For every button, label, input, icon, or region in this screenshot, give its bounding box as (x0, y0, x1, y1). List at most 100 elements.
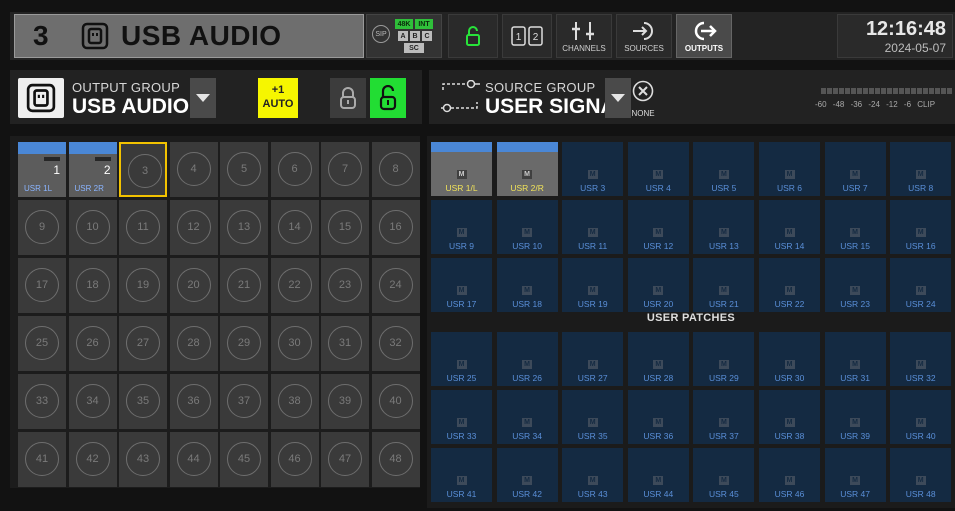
outputs-button[interactable]: OUTPUTS (676, 14, 732, 58)
source-cell[interactable]: M USR 19 (562, 258, 624, 312)
output-cell[interactable]: 22 (270, 258, 319, 313)
source-cell[interactable]: M USR 12 (627, 200, 689, 254)
output-cell[interactable]: 8 (371, 142, 420, 197)
output-cell[interactable]: 12 (169, 200, 218, 255)
output-cell[interactable]: 26 (68, 316, 117, 371)
output-cell[interactable]: 7 (321, 142, 369, 197)
output-cell[interactable]: 15 (321, 200, 369, 255)
output-cell[interactable]: 41 (18, 432, 66, 487)
source-cell[interactable]: M USR 45 (693, 448, 755, 502)
source-cell[interactable]: M USR 6 (759, 142, 820, 196)
output-cell[interactable]: 30 (270, 316, 319, 371)
source-cell[interactable]: M USR 48 (890, 448, 952, 502)
output-cell[interactable]: 13 (220, 200, 268, 255)
output-cell[interactable]: 16 (371, 200, 420, 255)
source-cell[interactable]: M USR 7 (824, 142, 886, 196)
output-cell[interactable]: 44 (169, 432, 218, 487)
source-cell[interactable]: M USR 18 (496, 258, 558, 312)
source-cell[interactable]: M USR 25 (431, 332, 492, 386)
output-cell[interactable]: 21 (220, 258, 268, 313)
source-cell[interactable]: M USR 16 (890, 200, 952, 254)
source-cell[interactable]: M USR 13 (693, 200, 755, 254)
source-cell[interactable]: M USR 15 (824, 200, 886, 254)
output-group-value[interactable]: USB AUDIO (72, 95, 189, 119)
output-cell[interactable]: 6 (270, 142, 319, 197)
output-cell[interactable]: 32 (371, 316, 420, 371)
output-cell[interactable]: 29 (220, 316, 268, 371)
output-cell[interactable]: 42 (68, 432, 117, 487)
output-cell[interactable]: 37 (220, 374, 268, 429)
source-cell[interactable]: M USR 11 (562, 200, 624, 254)
output-cell[interactable]: 4 (169, 142, 218, 197)
none-button[interactable]: NONE (625, 80, 661, 118)
output-cell[interactable]: 19 (119, 258, 167, 313)
source-cell[interactable]: M USR 9 (431, 200, 492, 254)
lock-button[interactable] (330, 78, 366, 118)
unlock-button[interactable] (370, 78, 406, 118)
source-cell[interactable]: M USR 28 (627, 332, 689, 386)
source-cell[interactable]: M USR 14 (759, 200, 820, 254)
output-cell[interactable]: 20 (169, 258, 218, 313)
output-cell[interactable]: 43 (119, 432, 167, 487)
output-cell[interactable]: 38 (270, 374, 319, 429)
output-cell[interactable]: 14 (270, 200, 319, 255)
source-cell[interactable]: M USR 43 (562, 448, 624, 502)
auto-increment-button[interactable]: +1 AUTO (258, 78, 298, 118)
source-cell[interactable]: M USR 23 (824, 258, 886, 312)
source-cell[interactable]: M USR 17 (431, 258, 492, 312)
output-cell[interactable]: 3 (119, 142, 167, 197)
channels-button[interactable]: CHANNELS (556, 14, 612, 58)
output-cell[interactable]: 47 (321, 432, 369, 487)
source-cell[interactable]: M USR 47 (824, 448, 886, 502)
channel-title-box[interactable]: 3 USB AUDIO (14, 14, 364, 58)
output-cell[interactable]: 9 (18, 200, 66, 255)
output-cell[interactable]: 1 USR 1L (18, 142, 66, 197)
source-cell[interactable]: M USR 37 (693, 390, 755, 444)
source-cell[interactable]: M USR 2/R (496, 142, 558, 196)
output-cell[interactable]: 28 (169, 316, 218, 371)
source-cell[interactable]: M USR 3 (562, 142, 624, 196)
source-cell[interactable]: M USR 33 (431, 390, 492, 444)
source-cell[interactable]: M USR 36 (627, 390, 689, 444)
source-cell[interactable]: M USR 46 (759, 448, 820, 502)
output-cell[interactable]: 36 (169, 374, 218, 429)
source-cell[interactable]: M USR 1/L (431, 142, 492, 196)
source-cell[interactable]: M USR 42 (496, 448, 558, 502)
source-cell[interactable]: M USR 5 (693, 142, 755, 196)
output-cell[interactable]: 39 (321, 374, 369, 429)
source-cell[interactable]: M USR 10 (496, 200, 558, 254)
source-cell[interactable]: M USR 34 (496, 390, 558, 444)
source-cell[interactable]: M USR 35 (562, 390, 624, 444)
output-group-dropdown[interactable] (190, 78, 216, 118)
output-cell[interactable]: 17 (18, 258, 66, 313)
output-cell[interactable]: 18 (68, 258, 117, 313)
output-cell[interactable]: 40 (371, 374, 420, 429)
output-cell[interactable]: 34 (68, 374, 117, 429)
source-cell[interactable]: M USR 29 (693, 332, 755, 386)
source-cell[interactable]: M USR 41 (431, 448, 492, 502)
output-cell[interactable]: 33 (18, 374, 66, 429)
source-cell[interactable]: M USR 38 (759, 390, 820, 444)
source-cell[interactable]: M USR 8 (890, 142, 952, 196)
source-cell[interactable]: M USR 20 (627, 258, 689, 312)
output-cell[interactable]: 27 (119, 316, 167, 371)
output-cell[interactable]: 48 (371, 432, 420, 487)
source-cell[interactable]: M USR 26 (496, 332, 558, 386)
source-cell[interactable]: M USR 44 (627, 448, 689, 502)
output-cell[interactable]: 45 (220, 432, 268, 487)
layout-button[interactable]: 1 2 (502, 14, 552, 58)
output-cell[interactable]: 24 (371, 258, 420, 313)
source-cell[interactable]: M USR 21 (693, 258, 755, 312)
output-cell[interactable]: 10 (68, 200, 117, 255)
output-cell[interactable]: 46 (270, 432, 319, 487)
source-cell[interactable]: M USR 22 (759, 258, 820, 312)
source-cell[interactable]: M USR 4 (627, 142, 689, 196)
sources-button[interactable]: SOURCES (616, 14, 672, 58)
source-cell[interactable]: M USR 39 (824, 390, 886, 444)
output-cell[interactable]: 11 (119, 200, 167, 255)
output-cell[interactable]: 2 USR 2R (68, 142, 117, 197)
output-cell[interactable]: 23 (321, 258, 369, 313)
source-cell[interactable]: M USR 31 (824, 332, 886, 386)
output-cell[interactable]: 31 (321, 316, 369, 371)
source-cell[interactable]: M USR 32 (890, 332, 952, 386)
